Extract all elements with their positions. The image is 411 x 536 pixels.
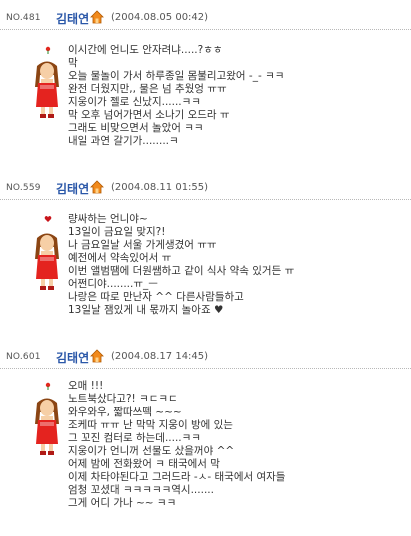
guestbook-entry: NO.559 김태연 (2004.08.11 01:55) 량싸하는 언니야~ …	[0, 177, 411, 337]
message-line: 이제 차타야된다고 그러드라 -ㅅ- 태국에서 여자들	[68, 471, 286, 483]
home-icon[interactable]	[90, 10, 104, 24]
message-line: 어쩐디야........ㅠ_ㅡ	[68, 278, 158, 290]
entry-message: 오매 !!! 노트북샀다고?! ㅋㄷㅋㄷ 와우와우, 짧따쓰떽 ~~~ 조케따 …	[68, 380, 398, 510]
message-line: 오늘 물놀이 가서 하루종일 몸불리고왔어 -_- ㅋㅋ	[68, 70, 285, 82]
guestbook-entry: NO.481 김태연 (2004.08.05 00:42) 이시간에 언니도 안…	[0, 7, 411, 167]
message-line: 13일날 잼있게 내 몫까지 놀아죠 ♥	[68, 304, 224, 316]
author-name[interactable]: 김태연	[56, 349, 89, 366]
message-line: 완전 더웠지만,, 물은 넘 추웠엉 ㅠㅠ	[68, 83, 227, 95]
entry-number: NO.559	[6, 183, 41, 193]
message-line: 나 금요일날 서울 가게생겼어 ㅠㅠ	[68, 239, 217, 251]
flower-icon	[45, 382, 51, 390]
flower-icon	[45, 46, 51, 54]
message-line: 지웅이가 젤로 신났지......ㅋㅋ	[68, 96, 201, 108]
entry-header: NO.601 김태연 (2004.08.17 14:45)	[0, 346, 411, 369]
message-line: 내일 과연 갈기가........ㅋ	[68, 135, 179, 147]
avatar-image	[35, 398, 59, 455]
message-line: 엄청 꼬셨대 ㅋㅋㅋㅋㅋ역시.......	[68, 484, 214, 496]
guestbook-entry: NO.601 김태연 (2004.08.17 14:45) 오매 !!! 노트북…	[0, 346, 411, 534]
message-line: 이번 앨범땜에 더원쌤하고 같이 식사 약속 있거든 ㅠ	[68, 265, 295, 277]
message-line: 오매 !!!	[68, 380, 104, 392]
message-line: 13일이 금요일 맞지?!	[68, 226, 166, 238]
message-line: 어제 밤에 전화왔어 ㅋ 태국에서 막	[68, 458, 220, 470]
entry-number: NO.601	[6, 352, 41, 362]
message-line: 예전에서 약속있어서 ㅠ	[68, 252, 172, 264]
entry-date: (2004.08.17 14:45)	[111, 351, 209, 362]
message-line: 이시간에 언니도 안자려냐.....?ㅎㅎ	[68, 44, 223, 56]
message-line: 노트북샀다고?! ㅋㄷㅋㄷ	[68, 393, 178, 405]
message-line: 조케따 ㅠㅠ 난 막막 지웅이 방에 있는	[68, 419, 233, 431]
entry-date: (2004.08.05 00:42)	[111, 12, 209, 23]
message-line: 막 오후 넘어가면서 소나기 오드라 ㅠ	[68, 109, 230, 121]
avatar-image	[35, 233, 59, 290]
avatar-image	[35, 61, 59, 118]
entry-message: 이시간에 언니도 안자려냐.....?ㅎㅎ 막 오늘 물놀이 가서 하루종일 몸…	[68, 44, 398, 148]
message-line: 와우와우, 짧따쓰떽 ~~~	[68, 406, 182, 418]
message-line: 막	[68, 57, 78, 69]
entry-date: (2004.08.11 01:55)	[111, 182, 209, 193]
message-line: 그 꼬진 컴터로 하는데.....ㅋㅋ	[68, 432, 201, 444]
message-line: 지웅이가 언니꺼 선물도 샀을꺼야 ^^	[68, 445, 235, 457]
heart-icon	[44, 215, 52, 222]
home-icon[interactable]	[90, 180, 104, 194]
entry-header: NO.481 김태연 (2004.08.05 00:42)	[0, 7, 411, 30]
message-line: 그게 어디 가나 ~~ ㅋㅋ	[68, 497, 177, 509]
message-line: 그래도 비맞으면서 놀았어 ㅋㅋ	[68, 122, 204, 134]
entry-number: NO.481	[6, 13, 41, 23]
home-icon[interactable]	[90, 349, 104, 363]
entry-message: 량싸하는 언니야~ 13일이 금요일 맞지?! 나 금요일날 서울 가게생겼어 …	[68, 213, 398, 317]
message-line: 나랑은 따로 만난자 ^^ 다른사람들하고	[68, 291, 244, 303]
author-name[interactable]: 김태연	[56, 180, 89, 197]
author-name[interactable]: 김태연	[56, 10, 89, 27]
entry-header: NO.559 김태연 (2004.08.11 01:55)	[0, 177, 411, 200]
message-line: 량싸하는 언니야~	[68, 213, 148, 225]
